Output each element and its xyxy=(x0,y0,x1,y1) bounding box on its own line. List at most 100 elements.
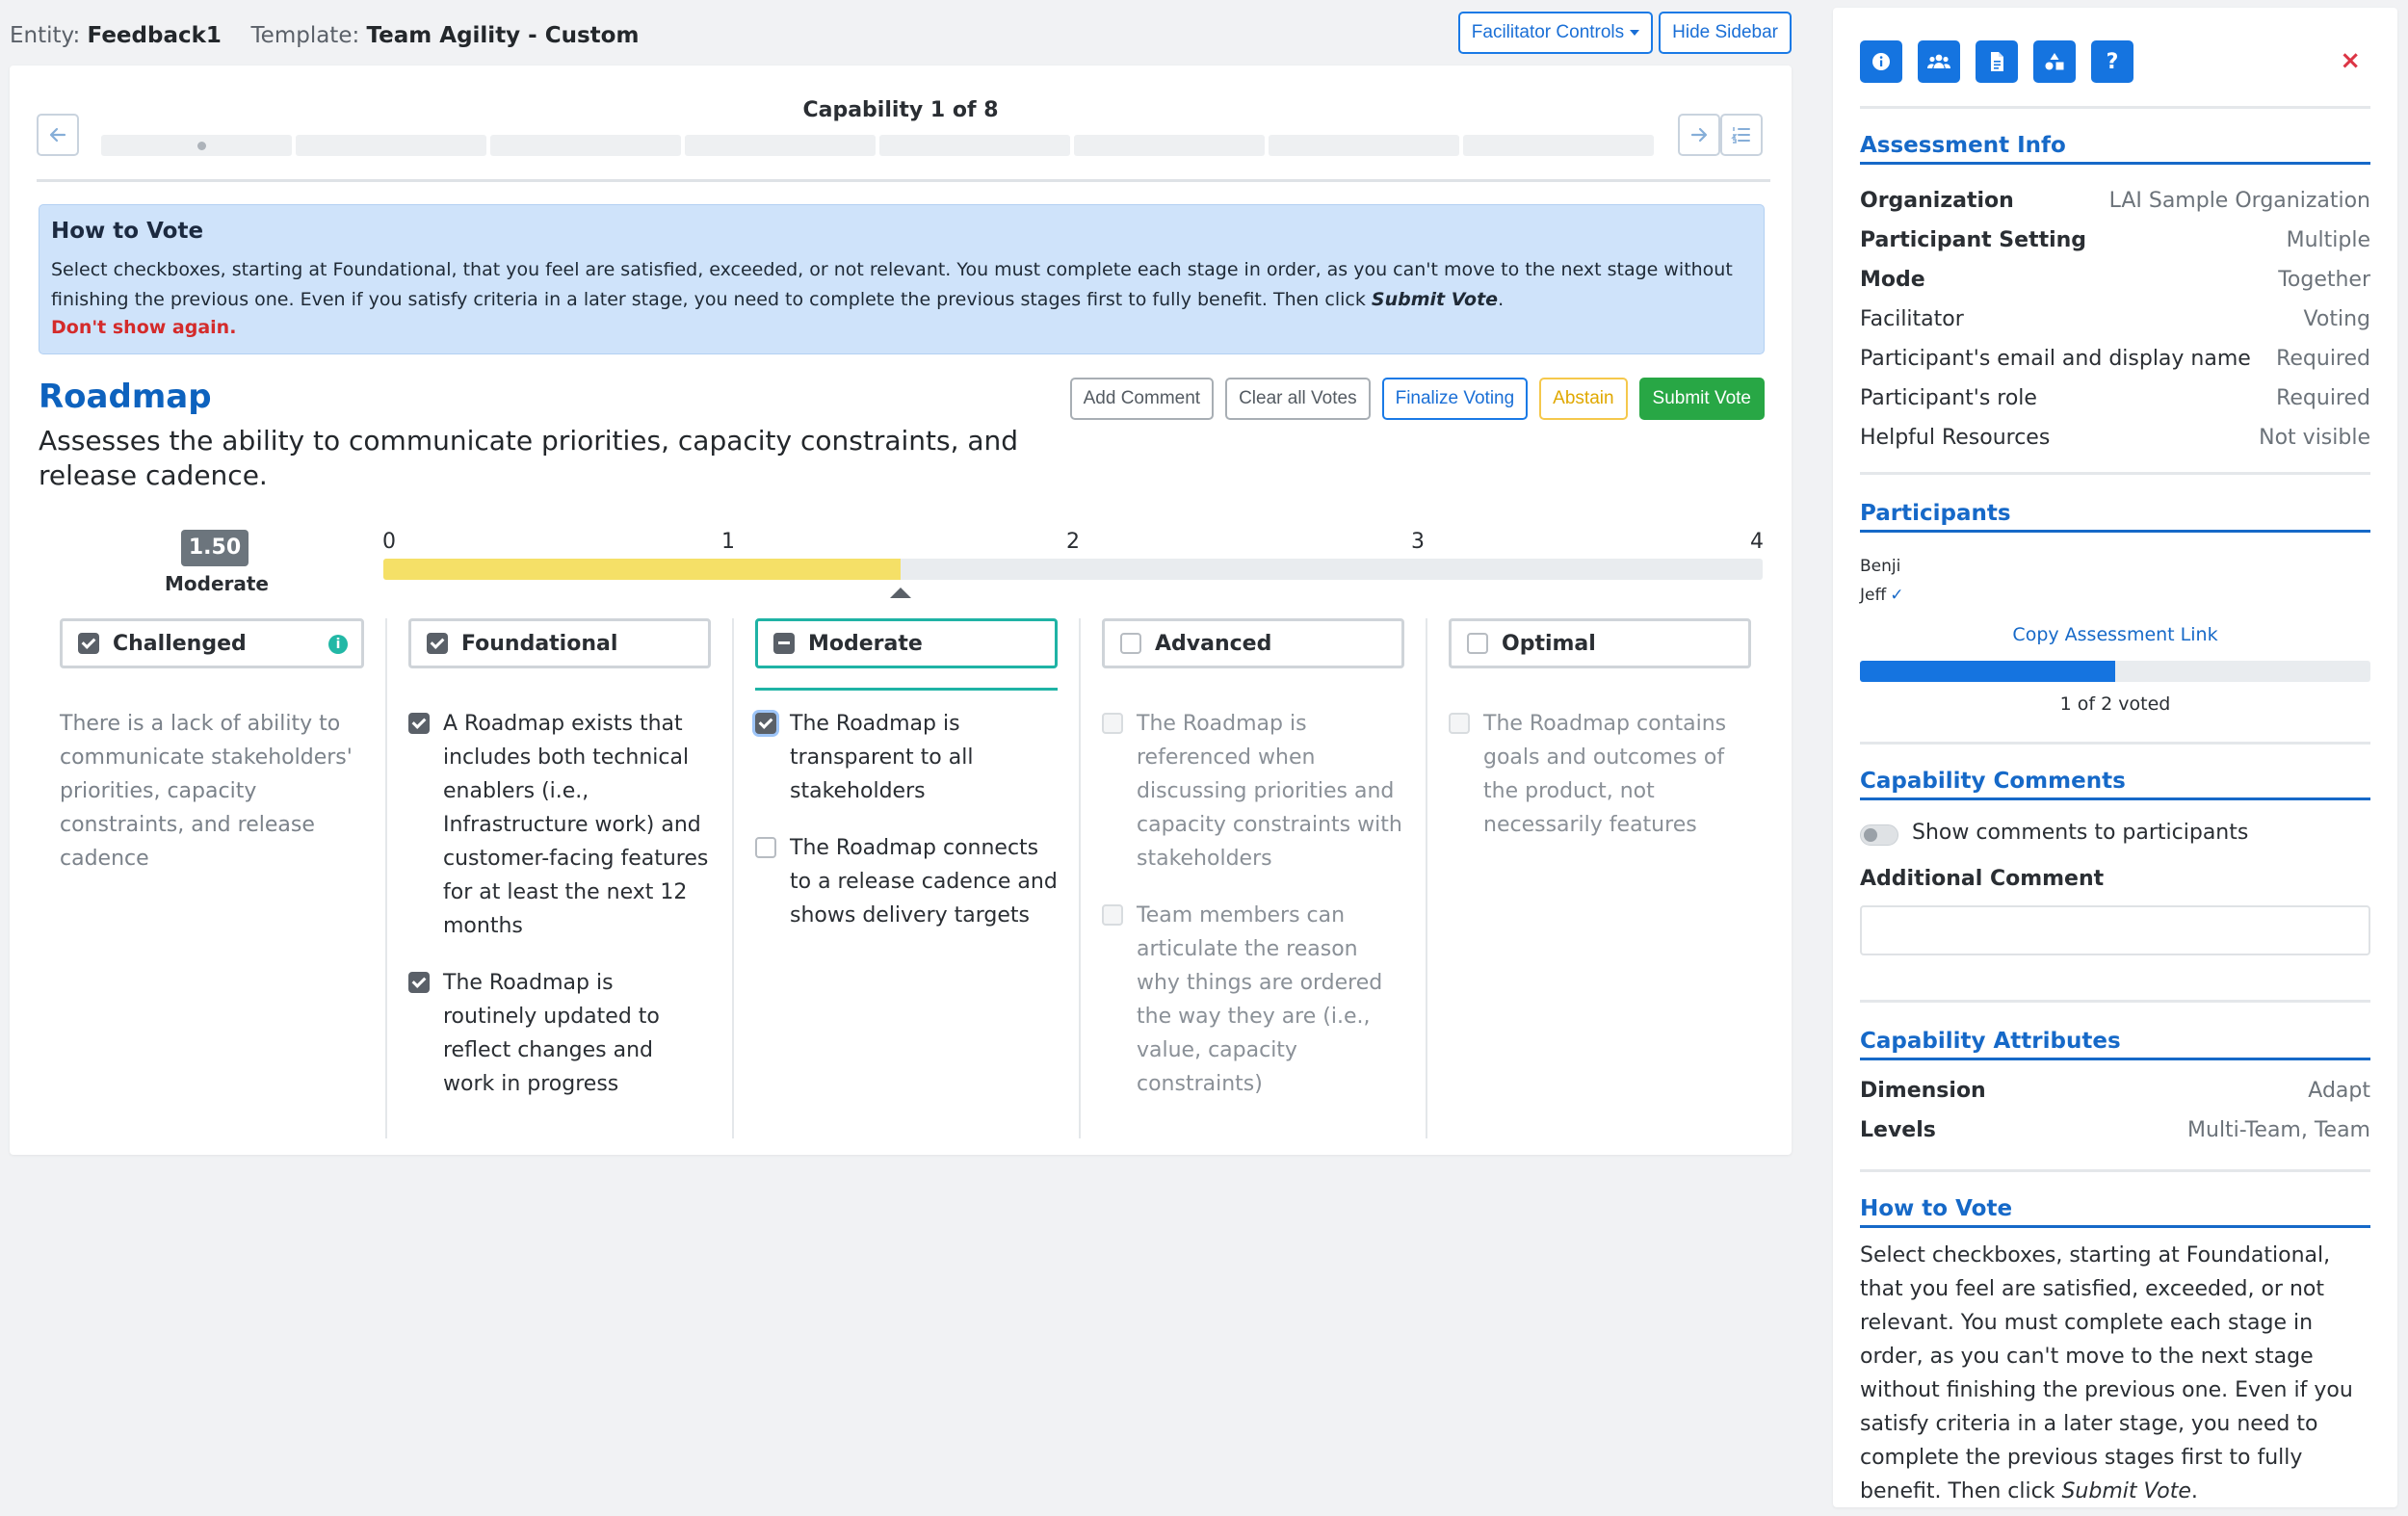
dont-show-again-link[interactable]: Don't show again. xyxy=(51,317,1752,338)
show-comments-toggle[interactable] xyxy=(1860,824,1898,846)
column-optimal: Optimal The Roadmap contains goals and ou… xyxy=(1426,618,1772,1138)
progress-segment[interactable] xyxy=(101,135,292,156)
sidebar-divider xyxy=(1860,1000,2370,1003)
criterion-checkbox xyxy=(1102,713,1123,734)
level-header-advanced[interactable]: Advanced xyxy=(1102,618,1404,668)
caret-down-icon xyxy=(1630,29,1640,36)
level-name: Foundational xyxy=(461,631,618,656)
level-checkbox-moderate[interactable] xyxy=(773,633,795,654)
entity-value: Feedback1 xyxy=(87,23,222,48)
participant-name: Benji xyxy=(1860,557,1901,576)
level-header-moderate[interactable]: Moderate xyxy=(755,618,1058,668)
next-capability-button[interactable] xyxy=(1678,114,1720,156)
level-criteria: A Roadmap exists that includes both tech… xyxy=(408,707,711,1101)
capability-list-button[interactable] xyxy=(1720,114,1763,156)
sidebar-how-to-vote-end: . xyxy=(2190,1479,2198,1503)
facilitator-controls-label: Facilitator Controls xyxy=(1471,22,1625,42)
additional-comment-input[interactable] xyxy=(1860,905,2370,955)
info-button[interactable] xyxy=(1860,40,1902,83)
level-checkbox-optimal[interactable] xyxy=(1467,633,1488,654)
capability-attribute-row: Dimension Adapt xyxy=(1860,1079,2370,1103)
participants-button[interactable] xyxy=(1918,40,1960,83)
attribute-value: Multi-Team, Team xyxy=(2187,1118,2370,1142)
level-header-optimal[interactable]: Optimal xyxy=(1449,618,1751,668)
column-foundational: Foundational A Roadmap exists that includ… xyxy=(385,618,732,1138)
criterion-text: Team members can articulate the reason w… xyxy=(1137,903,1383,1096)
scale-tick-label: 3 xyxy=(1411,530,1425,554)
scale-tick-label: 2 xyxy=(1066,530,1080,554)
clear-votes-button[interactable]: Clear all Votes xyxy=(1225,378,1371,420)
document-icon xyxy=(1991,52,2003,71)
progress-segment[interactable] xyxy=(1463,135,1654,156)
info-value: Required xyxy=(2276,347,2370,371)
progress-segment[interactable] xyxy=(1074,135,1265,156)
assessment-info-row: Participant's role Required xyxy=(1860,386,2370,410)
criterion-item[interactable]: The Roadmap connects to a release cadenc… xyxy=(755,831,1058,932)
sidebar-how-to-vote-title: How to Vote xyxy=(1860,1196,2370,1228)
progress-segment[interactable] xyxy=(1269,135,1459,156)
list-ordered-icon xyxy=(1731,127,1750,144)
close-sidebar-icon[interactable]: × xyxy=(2340,48,2361,73)
capability-name: Roadmap xyxy=(39,378,212,416)
participant-item: Jeff ✓ xyxy=(1860,586,1903,605)
level-checkbox-advanced[interactable] xyxy=(1120,633,1141,654)
criterion-checkbox[interactable] xyxy=(408,713,430,734)
sidebar-divider xyxy=(1860,472,2370,475)
help-button[interactable]: ? xyxy=(2091,40,2133,83)
criterion-text: The Roadmap connects to a release cadenc… xyxy=(790,836,1058,928)
level-criteria: The Roadmap is referenced when discussin… xyxy=(1102,707,1404,1101)
sidebar-how-to-vote-body: Select checkboxes, starting at Foundatio… xyxy=(1860,1243,2353,1503)
sidebar-how-to-vote-emphasis: Submit Vote xyxy=(2061,1479,2191,1503)
info-icon[interactable]: i xyxy=(328,635,348,654)
add-comment-button[interactable]: Add Comment xyxy=(1069,378,1215,420)
column-challenged: Challenged i There is a lack of ability to… xyxy=(39,618,385,1138)
help-icon: ? xyxy=(2106,49,2119,74)
attribute-key: Dimension xyxy=(1860,1079,1986,1103)
scale-tick-label: 1 xyxy=(721,530,735,554)
assessment-info-title: Assessment Info xyxy=(1860,133,2370,165)
submit-vote-button[interactable]: Submit Vote xyxy=(1638,378,1765,420)
level-header-challenged[interactable]: Challenged i xyxy=(60,618,364,668)
level-header-foundational[interactable]: Foundational xyxy=(408,618,711,668)
progress-segment[interactable] xyxy=(879,135,1070,156)
voted-check-icon: ✓ xyxy=(1890,586,1904,605)
info-key: Organization xyxy=(1860,189,2014,213)
progress-segment[interactable] xyxy=(685,135,876,156)
arrow-left-icon xyxy=(49,127,66,143)
hide-sidebar-button[interactable]: Hide Sidebar xyxy=(1659,12,1792,54)
level-checkbox-challenged[interactable] xyxy=(78,633,99,654)
score-badge: 1.50 xyxy=(181,530,249,566)
criterion-checkbox[interactable] xyxy=(755,713,776,734)
abstain-button[interactable]: Abstain xyxy=(1539,378,1628,420)
score-fill xyxy=(383,559,901,580)
capability-card: Capability 1 of 8 How to Vote Select che… xyxy=(10,65,1792,1155)
criterion-item: The Roadmap contains goals and outcomes … xyxy=(1449,707,1751,842)
arrow-right-icon xyxy=(1690,127,1708,143)
info-key: Participant's role xyxy=(1860,386,2037,410)
document-button[interactable] xyxy=(1976,40,2018,83)
votes-count: 1 of 2 voted xyxy=(2059,693,2171,715)
participant-name: Jeff xyxy=(1860,586,1887,605)
level-checkbox-foundational[interactable] xyxy=(427,633,448,654)
assessment-info-row: Facilitator Voting xyxy=(1860,307,2370,331)
template-label: Template: xyxy=(250,23,360,48)
criterion-item[interactable]: The Roadmap is routinely updated to refl… xyxy=(408,966,711,1101)
votes-progress-fill xyxy=(1860,661,2115,682)
criterion-checkbox[interactable] xyxy=(755,837,776,858)
progress-segment[interactable] xyxy=(296,135,486,156)
criterion-item[interactable]: The Roadmap is transparent to all stakeh… xyxy=(755,707,1058,808)
sidebar: ? × Assessment Info Organization LAI Samp… xyxy=(1833,8,2397,1507)
criterion-checkbox[interactable] xyxy=(408,972,430,993)
progress-segment[interactable] xyxy=(490,135,681,156)
finalize-voting-button[interactable]: Finalize Voting xyxy=(1381,378,1529,420)
how-to-vote-alert: How to Vote Select checkboxes, starting … xyxy=(39,204,1765,354)
participant-item: Benji xyxy=(1860,557,1900,576)
entity-breadcrumb: Entity: Feedback1 Template: Team Agility… xyxy=(10,23,639,48)
info-key: Helpful Resources xyxy=(1860,426,2051,450)
shapes-button[interactable] xyxy=(2033,40,2076,83)
facilitator-controls-button[interactable]: Facilitator Controls xyxy=(1457,12,1654,54)
copy-assessment-link[interactable]: Copy Assessment Link xyxy=(1860,624,2370,645)
info-value: Multiple xyxy=(2286,228,2370,252)
criterion-item[interactable]: A Roadmap exists that includes both tech… xyxy=(408,707,711,943)
capability-progress xyxy=(101,135,1654,156)
